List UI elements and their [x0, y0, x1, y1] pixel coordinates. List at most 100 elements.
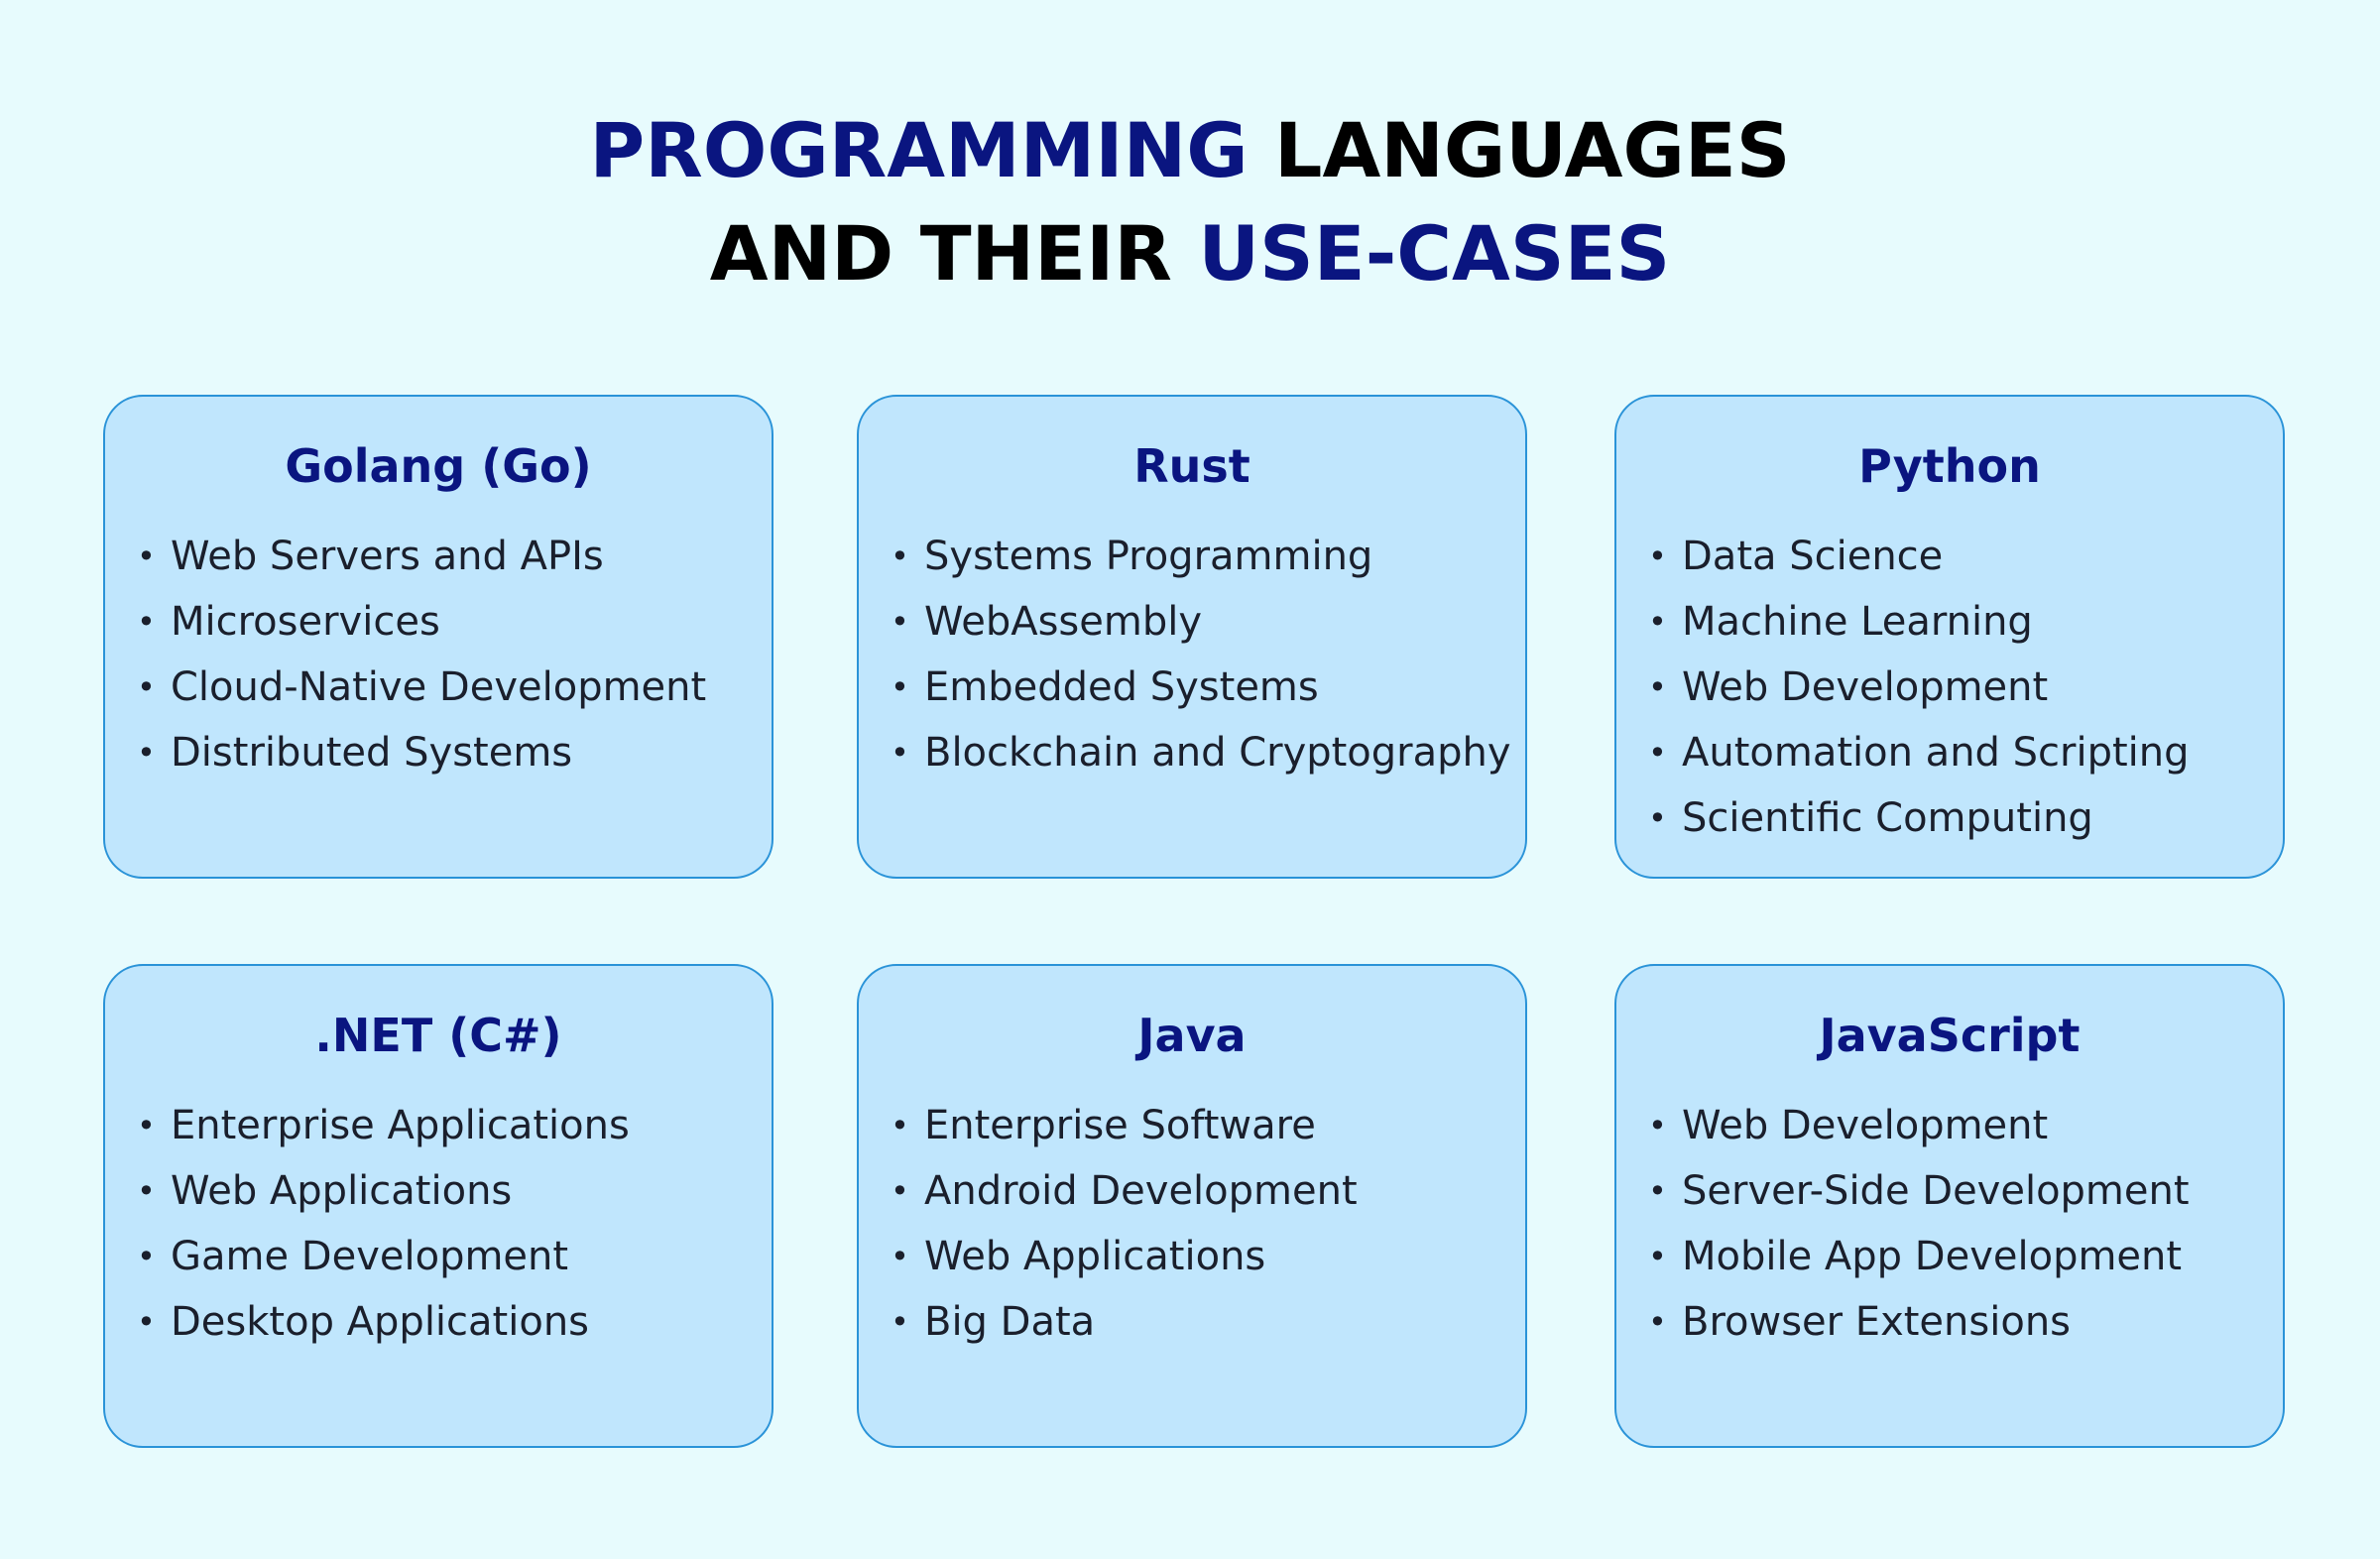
use-case-list: • Web Servers and APIs • Microservices • Cl… — [133, 524, 706, 785]
use-case-list: • Systems Programming • WebAssembly • Embed… — [887, 524, 1511, 785]
list-item: • Browser Extensions — [1644, 1289, 2190, 1355]
list-item-label: Enterprise Applications — [171, 1103, 630, 1148]
list-item: • Blockchain and Cryptography — [887, 720, 1511, 785]
list-item-label: Embedded Systems — [924, 664, 1319, 710]
card-title: Rust — [1133, 439, 1250, 493]
title-line-1: PROGRAMMING LANGUAGES — [590, 106, 1791, 194]
list-item: • Web Servers and APIs — [133, 524, 706, 589]
list-item-label: Big Data — [924, 1299, 1096, 1345]
list-item-label: Scientific Computing — [1682, 795, 2093, 841]
list-item: • Embedded Systems — [887, 655, 1511, 720]
list-item: • Desktop Applications — [133, 1289, 630, 1355]
bullet-icon: • — [137, 1238, 156, 1275]
list-item-label: Server-Side Development — [1682, 1168, 2190, 1214]
list-item: • Web Development — [1644, 655, 2190, 720]
use-case-list: • Data Science • Machine Learning • Web Dev… — [1644, 524, 2190, 851]
card-rust: Rust • Systems Programming • WebAssembly •… — [857, 395, 1527, 879]
list-item-label: Mobile App Development — [1682, 1234, 2183, 1279]
list-item-label: Machine Learning — [1682, 599, 2033, 645]
use-case-list: • Web Development • Server-Side Developmen… — [1644, 1093, 2190, 1355]
bullet-icon: • — [1648, 1107, 1667, 1144]
use-case-list: • Enterprise Applications • Web Applicatio… — [133, 1093, 630, 1355]
list-item-label: Web Applications — [924, 1234, 1266, 1279]
list-item: • Data Science — [1644, 524, 2190, 589]
bullet-icon: • — [891, 1107, 909, 1144]
bullet-icon: • — [1648, 1172, 1667, 1210]
list-item: • Big Data — [887, 1289, 1358, 1355]
bullet-icon: • — [891, 668, 909, 706]
list-item: • Distributed Systems — [133, 720, 706, 785]
list-item-label: Browser Extensions — [1682, 1299, 2072, 1345]
bullet-icon: • — [1648, 603, 1667, 641]
bullet-icon: • — [891, 1238, 909, 1275]
list-item-label: Enterprise Software — [924, 1103, 1316, 1148]
title-plain-and-their: AND THEIR — [709, 209, 1199, 298]
card-title: Golang (Go) — [285, 439, 592, 493]
list-item-label: Cloud-Native Development — [171, 664, 707, 710]
list-item-label: Distributed Systems — [171, 730, 573, 776]
list-item-label: WebAssembly — [924, 599, 1202, 645]
card-dotnet: .NET (C#) • Enterprise Applications • Web … — [103, 964, 774, 1448]
list-item: • Mobile App Development — [1644, 1224, 2190, 1289]
list-item: • Enterprise Applications — [133, 1093, 630, 1158]
list-item: • Scientific Computing — [1644, 785, 2190, 851]
card-title: Java — [1137, 1009, 1247, 1062]
title-line-2: AND THEIR USE-CASES — [710, 209, 1670, 298]
list-item: • WebAssembly — [887, 589, 1511, 655]
list-item: • Automation and Scripting — [1644, 720, 2190, 785]
card-title: JavaScript — [1819, 1009, 2081, 1062]
page-title: PROGRAMMING LANGUAGES AND THEIR USE-CASE… — [0, 99, 2380, 305]
list-item: • Systems Programming — [887, 524, 1511, 589]
list-item-label: Microservices — [171, 599, 440, 645]
list-item: • Cloud-Native Development — [133, 655, 706, 720]
list-item: • Game Development — [133, 1224, 630, 1289]
bullet-icon: • — [1648, 1303, 1667, 1341]
list-item: • Enterprise Software — [887, 1093, 1358, 1158]
bullet-icon: • — [891, 1303, 909, 1341]
bullet-icon: • — [891, 1172, 909, 1210]
list-item-label: Systems Programming — [924, 534, 1373, 579]
bullet-icon: • — [137, 1107, 156, 1144]
bullet-icon: • — [891, 603, 909, 641]
card-python: Python • Data Science • Machine Learning •… — [1614, 395, 2285, 879]
bullet-icon: • — [1648, 1238, 1667, 1275]
list-item: • Web Applications — [133, 1158, 630, 1224]
list-item-label: Web Applications — [171, 1168, 513, 1214]
bullet-icon: • — [137, 538, 156, 575]
use-case-list: • Enterprise Software • Android Developmen… — [887, 1093, 1358, 1355]
card-java: Java • Enterprise Software • Android Devel… — [857, 964, 1527, 1448]
list-item-label: Data Science — [1682, 534, 1944, 579]
list-item-label: Blockchain and Cryptography — [924, 730, 1511, 776]
bullet-icon: • — [137, 1172, 156, 1210]
list-item: • Web Development — [1644, 1093, 2190, 1158]
card-title: Python — [1858, 439, 2041, 493]
card-title: .NET (C#) — [314, 1009, 562, 1062]
title-accent-programming: PROGRAMMING — [589, 106, 1249, 194]
bullet-icon: • — [1648, 538, 1667, 575]
bullet-icon: • — [1648, 668, 1667, 706]
list-item-label: Web Servers and APIs — [171, 534, 604, 579]
list-item-label: Android Development — [924, 1168, 1358, 1214]
bullet-icon: • — [137, 734, 156, 772]
bullet-icon: • — [1648, 799, 1667, 837]
list-item: • Server-Side Development — [1644, 1158, 2190, 1224]
bullet-icon: • — [137, 1303, 156, 1341]
list-item-label: Desktop Applications — [171, 1299, 590, 1345]
list-item-label: Web Development — [1682, 1103, 2049, 1148]
title-accent-use-cases: USE-CASES — [1198, 209, 1671, 298]
list-item: • Web Applications — [887, 1224, 1358, 1289]
list-item: • Android Development — [887, 1158, 1358, 1224]
list-item: • Machine Learning — [1644, 589, 2190, 655]
bullet-icon: • — [137, 603, 156, 641]
list-item-label: Game Development — [171, 1234, 569, 1279]
bullet-icon: • — [891, 734, 909, 772]
list-item-label: Web Development — [1682, 664, 2049, 710]
bullet-icon: • — [137, 668, 156, 706]
list-item-label: Automation and Scripting — [1682, 730, 2190, 776]
list-item: • Microservices — [133, 589, 706, 655]
bullet-icon: • — [1648, 734, 1667, 772]
card-golang: Golang (Go) • Web Servers and APIs • Micro… — [103, 395, 774, 879]
bullet-icon: • — [891, 538, 909, 575]
title-plain-languages: LANGUAGES — [1248, 106, 1791, 194]
card-javascript: JavaScript • Web Development • Server-Side… — [1614, 964, 2285, 1448]
